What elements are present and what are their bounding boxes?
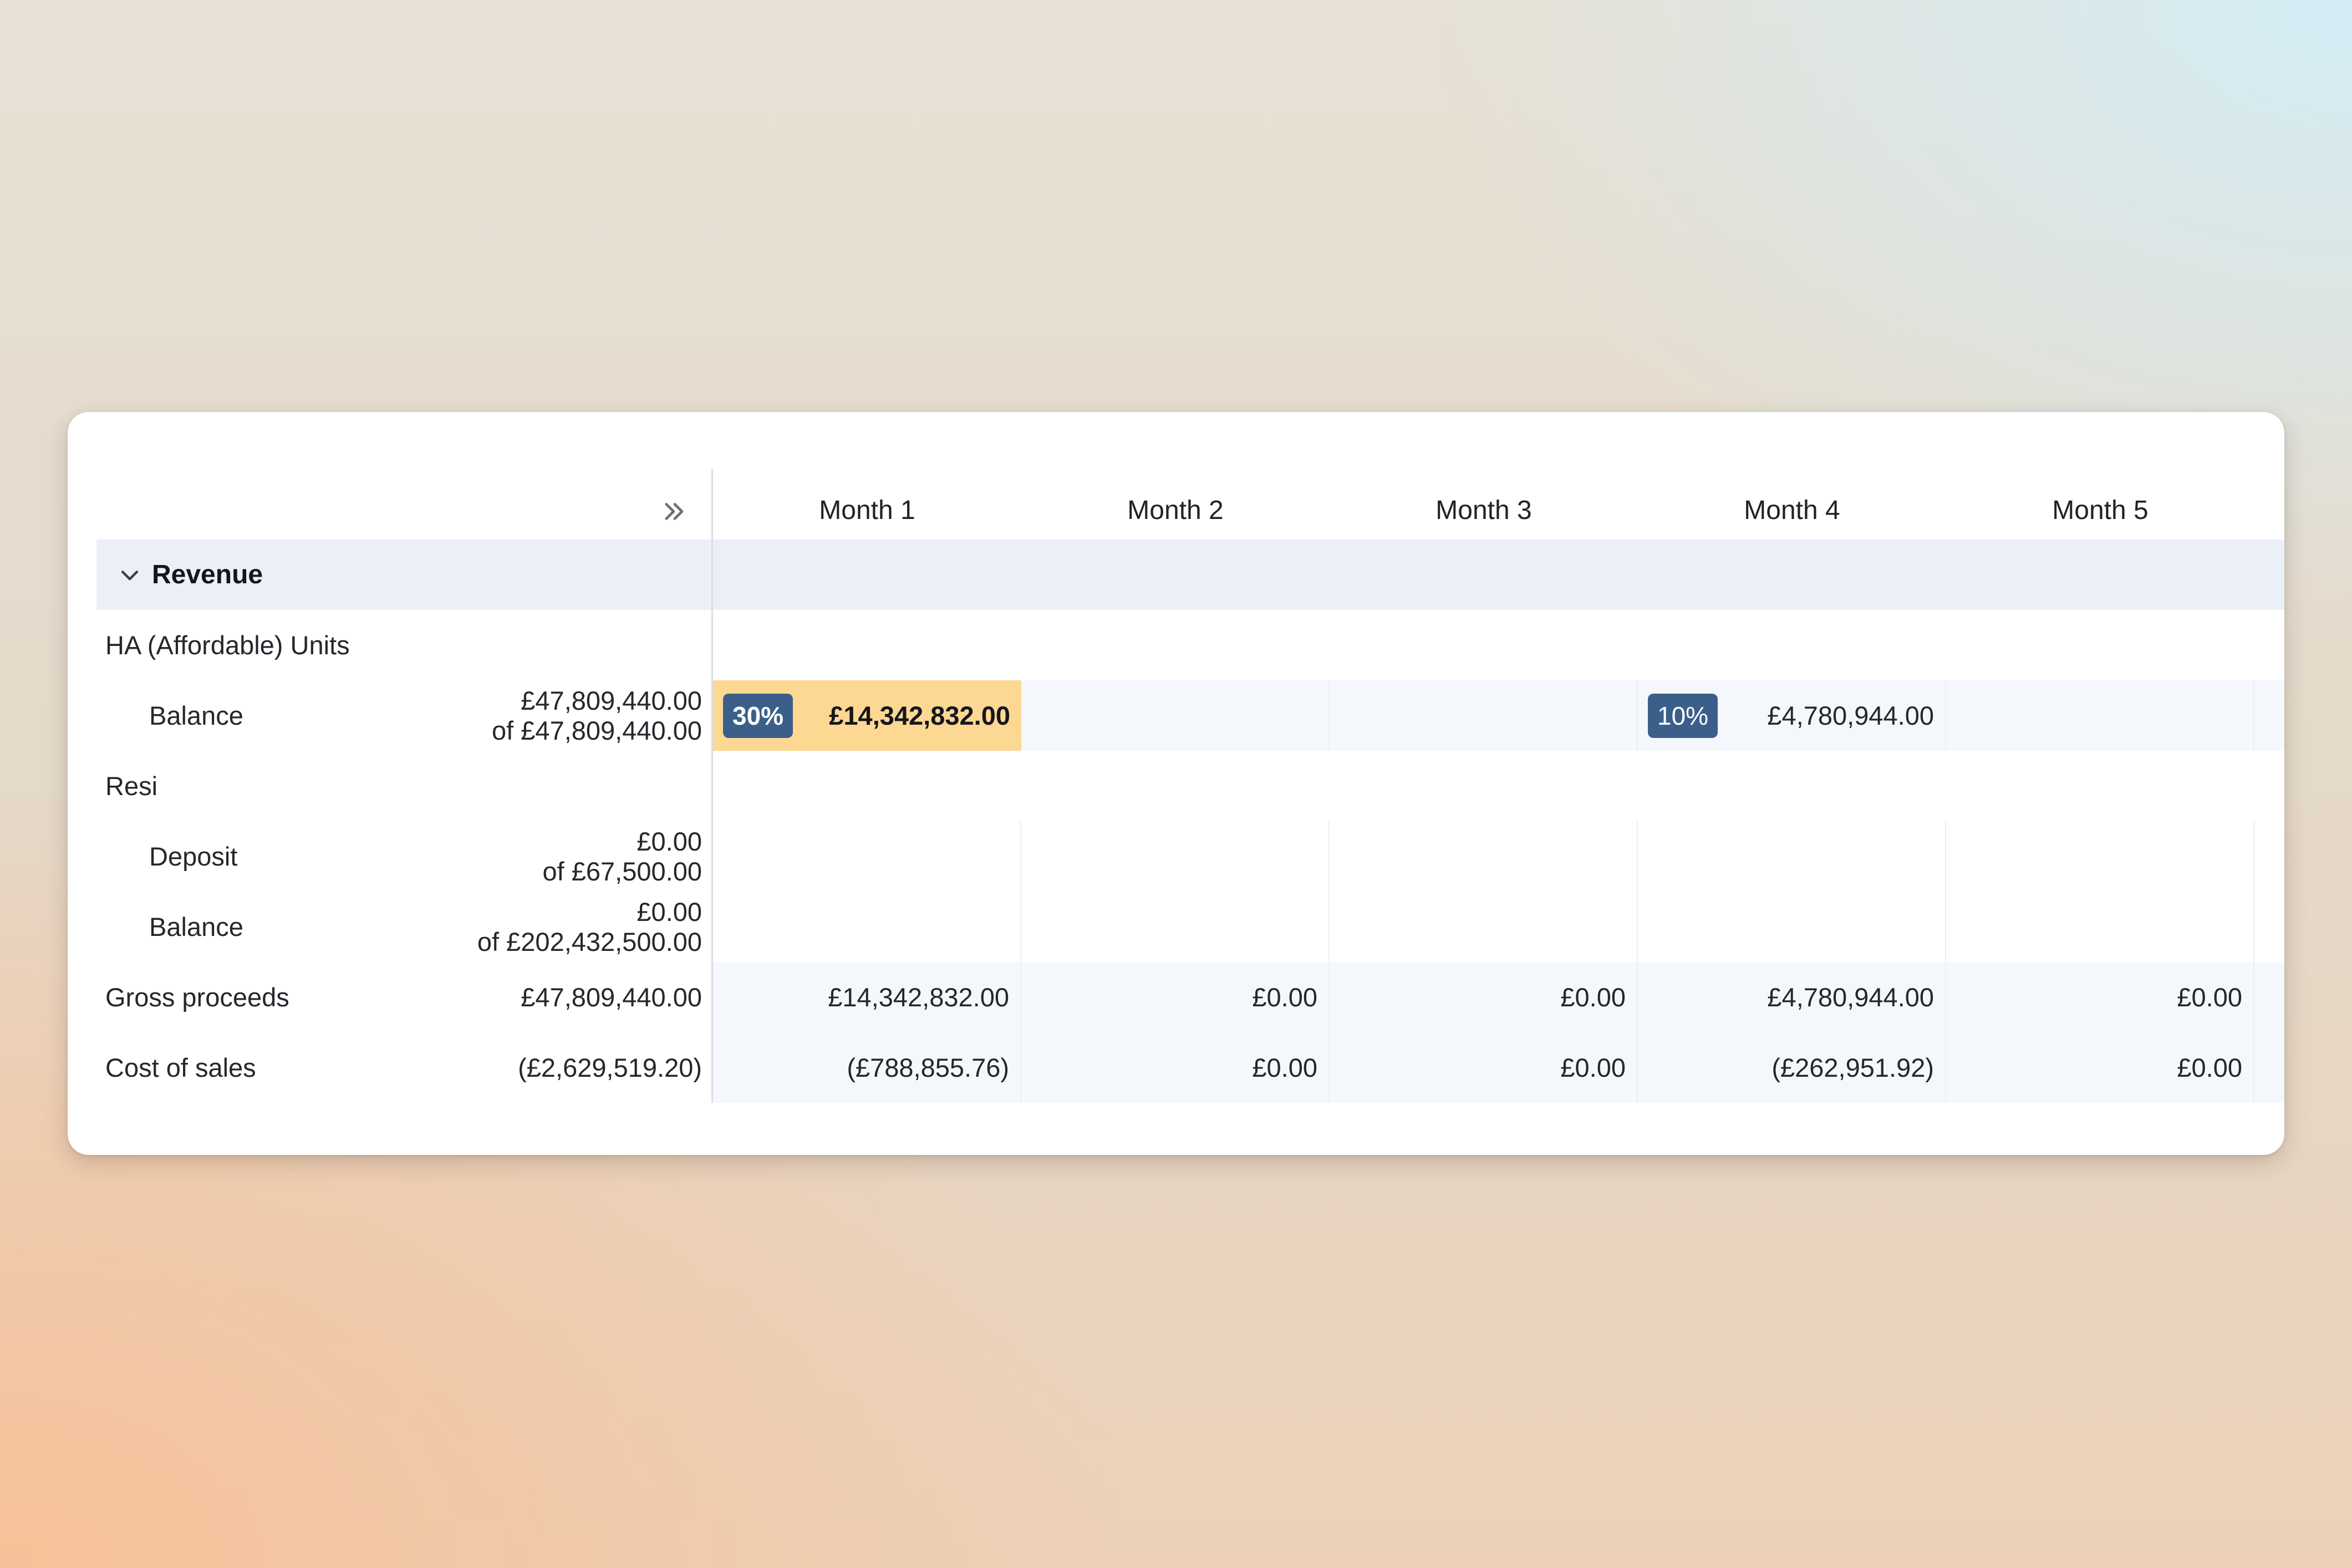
month-cell[interactable] (1021, 821, 1330, 892)
month-cell: £14,342,832.00 (713, 962, 1021, 1032)
table-row-resi-deposit: Deposit £0.00 of £67,500.00 (96, 821, 2284, 892)
row-label: Gross proceeds (105, 982, 289, 1012)
month-cell: £0.00 (1330, 1032, 1638, 1103)
month-cell: (£262,951.92) (1638, 1032, 1946, 1103)
row-total: £0.00 of £67,500.00 (542, 826, 702, 886)
row-label: Balance (149, 912, 243, 941)
month-cell: £0.00 (1021, 962, 1330, 1032)
month-headers: Month 1 Month 2 Month 3 Month 4 Month 5 (713, 469, 2284, 539)
table-row-ha-balance: Balance £47,809,440.00 of £47,809,440.00… (96, 680, 2284, 751)
month-cell: £0.00 (1946, 1032, 2254, 1103)
cell-value: (£788,855.76) (847, 1053, 1009, 1082)
month-cell[interactable] (1638, 821, 1946, 892)
cashflow-grid: Month 1 Month 2 Month 3 Month 4 Month 5 … (96, 469, 2284, 1103)
cashflow-card: Month 1 Month 2 Month 3 Month 4 Month 5 … (68, 412, 2284, 1155)
cell-value: £0.00 (1252, 1053, 1317, 1082)
month-cell[interactable] (1946, 680, 2254, 751)
month-cell-highlighted[interactable]: 30% £14,342,832.00 (713, 680, 1021, 751)
month-cell[interactable] (1021, 892, 1330, 962)
chevron-down-icon[interactable] (118, 563, 142, 587)
month-cell: £4,780,944.00 (1638, 962, 1946, 1032)
month-cell[interactable] (713, 821, 1021, 892)
cell-value: £0.00 (2177, 982, 2242, 1012)
header-label-cell (96, 469, 713, 539)
month-cell[interactable] (1021, 680, 1330, 751)
month-header[interactable]: Month 3 (1330, 469, 1638, 539)
month-cell: £0.00 (1021, 1032, 1330, 1103)
month-header[interactable]: Month 1 (713, 469, 1021, 539)
month-cell[interactable] (1946, 821, 2254, 892)
cell-value: £0.00 (1252, 982, 1317, 1012)
group-label: HA (Affordable) Units (105, 630, 350, 660)
cell-value: £14,342,832.00 (828, 982, 1009, 1012)
row-total: £47,809,440.00 of £47,809,440.00 (492, 685, 702, 745)
cell-value: £14,342,832.00 (829, 701, 1010, 730)
month-cell[interactable] (1330, 892, 1638, 962)
row-total: £0.00 of £202,432,500.00 (477, 897, 702, 956)
row-label: Cost of sales (105, 1053, 256, 1082)
row-total: £47,809,440.00 (521, 982, 702, 1012)
row-total: (£2,629,519.20) (518, 1052, 702, 1082)
section-row-revenue[interactable]: Revenue (96, 539, 2284, 610)
month-header[interactable]: Month 5 (1946, 469, 2254, 539)
row-label: Deposit (149, 842, 238, 871)
month-cell[interactable] (713, 892, 1021, 962)
month-cell[interactable] (1946, 892, 2254, 962)
month-cell[interactable] (1330, 821, 1638, 892)
table-row-cost-of-sales: Cost of sales (£2,629,519.20) (£788,855.… (96, 1032, 2284, 1103)
month-cell: (£788,855.76) (713, 1032, 1021, 1103)
section-title: Revenue (152, 560, 263, 589)
table-row-resi-balance: Balance £0.00 of £202,432,500.00 (96, 892, 2284, 962)
table-row-gross-proceeds: Gross proceeds £47,809,440.00 £14,342,83… (96, 962, 2284, 1032)
double-chevron-right-icon[interactable] (660, 497, 689, 526)
cell-value: (£262,951.92) (1771, 1053, 1934, 1082)
month-cell[interactable] (1638, 892, 1946, 962)
month-cell: £0.00 (1946, 962, 2254, 1032)
group-row-resi: Resi (96, 751, 2284, 821)
month-cell: £0.00 (1330, 962, 1638, 1032)
section-toggle[interactable]: Revenue (118, 539, 263, 610)
cell-value: £4,780,944.00 (1767, 982, 1934, 1012)
group-label: Resi (105, 771, 158, 801)
month-header[interactable]: Month 2 (1021, 469, 1330, 539)
group-row-ha: HA (Affordable) Units (96, 610, 2284, 680)
header-row: Month 1 Month 2 Month 3 Month 4 Month 5 (96, 469, 2284, 539)
row-label: Balance (149, 701, 243, 730)
month-cell[interactable]: 10% £4,780,944.00 (1638, 680, 1946, 751)
cell-value: £0.00 (1560, 1053, 1626, 1082)
percent-badge[interactable]: 10% (1648, 693, 1718, 738)
month-cell[interactable] (1330, 680, 1638, 751)
cell-value: £4,780,944.00 (1767, 701, 1934, 730)
cell-value: £0.00 (1560, 982, 1626, 1012)
cell-value: £0.00 (2177, 1053, 2242, 1082)
percent-badge[interactable]: 30% (723, 693, 793, 738)
month-header[interactable]: Month 4 (1638, 469, 1946, 539)
